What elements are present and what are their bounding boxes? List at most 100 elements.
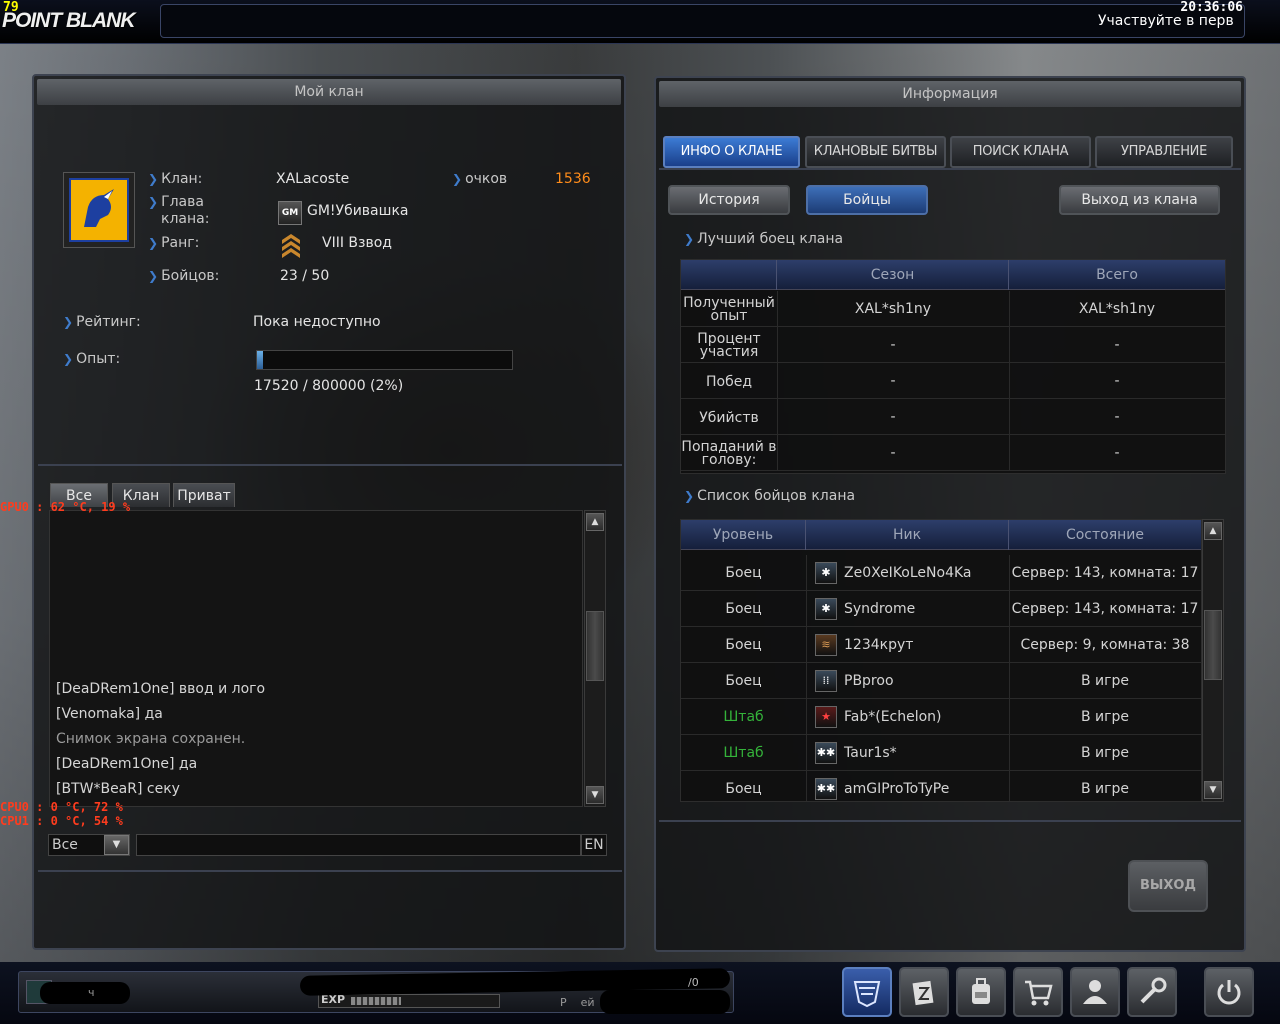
clan-name: XALacoste xyxy=(276,171,350,187)
dock-power-button[interactable] xyxy=(1204,967,1254,1017)
scroll-down-icon[interactable]: ▼ xyxy=(586,786,604,804)
exp-value: 17520 / 800000 (2%) xyxy=(254,378,404,394)
member-level: Штаб xyxy=(723,709,764,725)
members-scrollbar[interactable]: ▲ ▼ xyxy=(1202,519,1224,802)
member-row[interactable]: Боец ⁞⁞ PBproo В игре xyxy=(681,663,1201,699)
tab-clan-info[interactable]: ИНФО О КЛАНЕ xyxy=(663,136,800,168)
col-divider xyxy=(1009,699,1010,735)
member-nick: PBproo xyxy=(844,673,894,689)
leave-clan-button[interactable]: Выход из клана xyxy=(1059,185,1220,215)
tab-management[interactable]: УПРАВЛЕНИЕ xyxy=(1095,136,1233,168)
member-row[interactable]: Штаб ✱✱ Taur1s* В игре xyxy=(681,735,1201,771)
col-divider xyxy=(806,627,807,663)
members-header-status: Состояние xyxy=(1065,527,1145,543)
member-row[interactable]: Боец ✱ Syndrome Сервер: 143, комната: 17 xyxy=(681,591,1201,627)
rank-wings-icon: ⁞⁞ xyxy=(815,670,837,692)
history-button[interactable]: История xyxy=(668,185,790,215)
bottom-fragment-1: ч xyxy=(88,986,95,999)
clan-icon xyxy=(853,981,881,1008)
members-label: Бойцов: xyxy=(161,268,220,284)
dock-settings-button[interactable] xyxy=(1127,967,1177,1017)
dock-inventory-button[interactable] xyxy=(899,967,949,1017)
best-row-season: - xyxy=(890,337,896,353)
chevron-right-icon: ❯ xyxy=(63,352,74,366)
chat-tab-private[interactable]: Приват xyxy=(173,483,235,507)
chat-scrollbar[interactable]: ▲ ▼ xyxy=(584,510,606,807)
best-row-label-line2: участия xyxy=(699,344,759,360)
chat-message: [DeaDRem1One] ввод и лого xyxy=(56,681,266,697)
best-row-label: Процент участия xyxy=(681,330,777,362)
dock-shop-button[interactable] xyxy=(1013,967,1063,1017)
announcement-ticker: Участвуйте в перв xyxy=(1098,13,1234,29)
cpu1-monitor: CPU1 : 0 °C, 54 % xyxy=(0,814,123,828)
leader-label-line1: Глава xyxy=(161,194,204,210)
scroll-down-icon[interactable]: ▼ xyxy=(1204,781,1222,799)
member-level: Штаб xyxy=(723,745,764,761)
member-level: Боец xyxy=(725,601,762,617)
bottom-fragment-3: Р ей xyxy=(560,996,595,1009)
members-scroll-thumb[interactable] xyxy=(1204,610,1222,680)
col-divider xyxy=(777,435,778,471)
chat-lang-indicator[interactable]: EN xyxy=(581,834,607,856)
best-row-total: - xyxy=(1114,337,1120,353)
exp-progress-fill xyxy=(257,351,263,369)
dock-backpack-button[interactable] xyxy=(956,967,1006,1017)
my-clan-title: Мой клан xyxy=(37,79,621,105)
member-nick: Ze0XeIKoLeNo4Ka xyxy=(844,565,972,581)
redaction-scribble xyxy=(600,990,730,1014)
member-nick: amGIProToTyPe xyxy=(844,781,950,797)
col-divider xyxy=(1009,555,1010,591)
best-row-label-line2: опыт xyxy=(710,308,748,324)
community-icon xyxy=(1083,980,1107,1004)
member-nick: 1234крут xyxy=(844,637,914,653)
best-row-season: - xyxy=(890,445,896,461)
chevron-right-icon: ❯ xyxy=(148,236,159,250)
member-status: В игре xyxy=(1080,781,1129,797)
member-level: Боец xyxy=(725,781,762,797)
members-header-level: Уровень xyxy=(681,520,806,550)
members-list-title: Список бойцов клана xyxy=(697,488,856,504)
settings-wrench-icon xyxy=(1140,977,1167,1004)
member-row[interactable]: Штаб ★ Fab*(Echelon) В игре xyxy=(681,699,1201,735)
rank-label: Ранг: xyxy=(161,235,200,251)
exp-label: Опыт: xyxy=(76,351,121,367)
member-row[interactable]: Боец ✱ Ze0XeIKoLeNo4Ka Сервер: 143, комната… xyxy=(681,555,1201,591)
member-nick: Syndrome xyxy=(844,601,916,617)
dock-clan-button[interactable] xyxy=(842,967,892,1017)
best-row-label: Попаданий в голову: xyxy=(681,438,777,470)
top-bar: POINT BLANK 79 20:36:06 Участвуйте в пер… xyxy=(0,0,1280,44)
col-divider xyxy=(777,363,778,399)
member-row[interactable]: Боец ≋ 1234крут Сервер: 9, комната: 38 xyxy=(681,627,1201,663)
panel-divider-bottom xyxy=(38,870,622,872)
col-divider xyxy=(1009,363,1010,399)
tab-clan-search[interactable]: ПОИСК КЛАНА xyxy=(950,136,1091,168)
dock-community-button[interactable] xyxy=(1070,967,1120,1017)
bottom-fragment-2: /0 xyxy=(688,976,699,989)
member-nick: Taur1s* xyxy=(844,745,897,761)
exit-button[interactable]: ВЫХОД xyxy=(1128,860,1208,912)
redaction-scribble xyxy=(40,982,130,1004)
chat-scroll-thumb[interactable] xyxy=(586,611,604,681)
col-divider xyxy=(1009,291,1010,327)
player-exp-fill xyxy=(351,997,401,1005)
best-row-season: - xyxy=(890,373,896,389)
member-row[interactable]: Боец ✱✱ amGIProToTyPe В игре xyxy=(681,771,1201,801)
best-table-header: Сезон Всего xyxy=(681,260,1225,290)
best-row-season: - xyxy=(890,409,896,425)
rank-star-icon: ✱ xyxy=(815,598,837,620)
row-divider xyxy=(681,470,1225,471)
fighters-button[interactable]: Бойцы xyxy=(806,185,928,215)
members-table-header: Уровень Ник Состояние xyxy=(681,520,1201,550)
col-divider xyxy=(777,291,778,327)
best-row-label-line1: Убийств xyxy=(699,409,759,426)
chevron-down-icon[interactable]: ▼ xyxy=(104,835,129,855)
tab-clan-battles[interactable]: КЛАНОВЫЕ БИТВЫ xyxy=(805,136,946,168)
panel-divider xyxy=(38,464,622,466)
player-exp-bar: EXP xyxy=(318,993,500,1008)
chevron-right-icon: ❯ xyxy=(148,269,159,283)
best-row-total: - xyxy=(1114,445,1120,461)
scroll-up-icon[interactable]: ▲ xyxy=(586,513,604,531)
chat-message-input[interactable] xyxy=(136,834,581,856)
col-divider xyxy=(777,327,778,363)
scroll-up-icon[interactable]: ▲ xyxy=(1204,522,1222,540)
